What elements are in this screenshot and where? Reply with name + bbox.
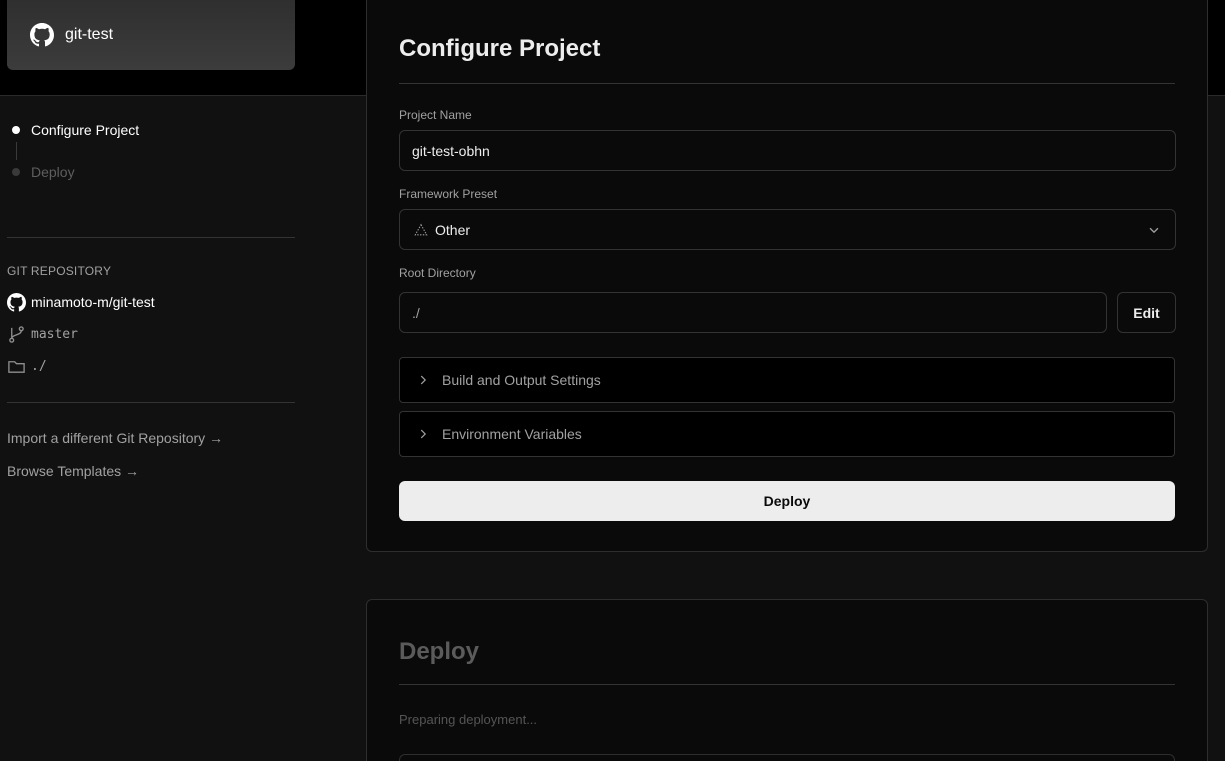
framework-preset-value: Other [435,221,471,238]
deploy-button[interactable]: Deploy [399,481,1175,521]
environment-variables-accordion[interactable]: Environment Variables [399,411,1175,457]
repo-header-name: git-test [65,26,114,43]
deploy-status-text: Preparing deployment... [399,712,538,727]
configure-project-card: Configure Project Project Name Framework… [366,0,1208,552]
repo-header-card[interactable]: git-test [7,0,295,70]
git-repository-section: GIT REPOSITORY minamoto-m/git-test maste… [7,264,155,382]
step-dot-active [12,126,20,134]
deploy-card: Deploy Preparing deployment... [366,599,1208,761]
step-deploy: Deploy [7,160,139,184]
step-configure-project: Configure Project [7,118,139,142]
git-directory-path: ./ [31,358,47,374]
framework-other-icon [414,223,428,235]
accordion-label: Build and Output Settings [442,372,601,388]
github-icon [30,23,54,47]
deploy-title: Deploy [399,638,480,665]
build-output-settings-accordion[interactable]: Build and Output Settings [399,357,1175,403]
sidebar-links: Import a different Git Repository → Brow… [7,428,223,494]
git-section-title: GIT REPOSITORY [7,264,112,278]
root-directory-input[interactable] [399,292,1107,333]
step-label: Configure Project [31,122,140,138]
github-icon [7,292,26,312]
git-repo-link[interactable]: minamoto-m/git-test [7,286,155,318]
edit-root-directory-button[interactable]: Edit [1117,292,1176,333]
chevron-right-icon [420,429,427,439]
git-branch-name: master [31,326,78,342]
accordion-label: Environment Variables [442,426,582,442]
sidebar-divider [7,402,295,403]
title-divider [399,83,1175,84]
git-branch: master [7,318,155,350]
deploy-log-box [399,754,1175,761]
step-connector [16,142,17,160]
folder-icon [8,360,25,373]
sidebar-divider [7,237,295,238]
step-list: Configure Project Deploy [7,118,139,184]
project-name-label: Project Name [399,108,472,122]
git-branch-icon [9,325,24,343]
framework-preset-label: Framework Preset [399,187,498,201]
chevron-down-icon [1149,227,1159,234]
git-directory: ./ [7,350,155,382]
root-directory-label: Root Directory [399,266,476,280]
import-repository-link[interactable]: Import a different Git Repository → [7,428,223,461]
git-repo-name: minamoto-m/git-test [31,294,155,310]
step-label: Deploy [31,164,75,180]
step-dot-inactive [12,168,20,176]
framework-preset-select[interactable]: Other [399,209,1176,250]
browse-templates-link[interactable]: Browse Templates → [7,461,223,494]
project-name-input[interactable] [399,130,1176,171]
page-title: Configure Project [399,35,601,62]
title-divider [399,684,1175,685]
chevron-right-icon [420,375,427,385]
